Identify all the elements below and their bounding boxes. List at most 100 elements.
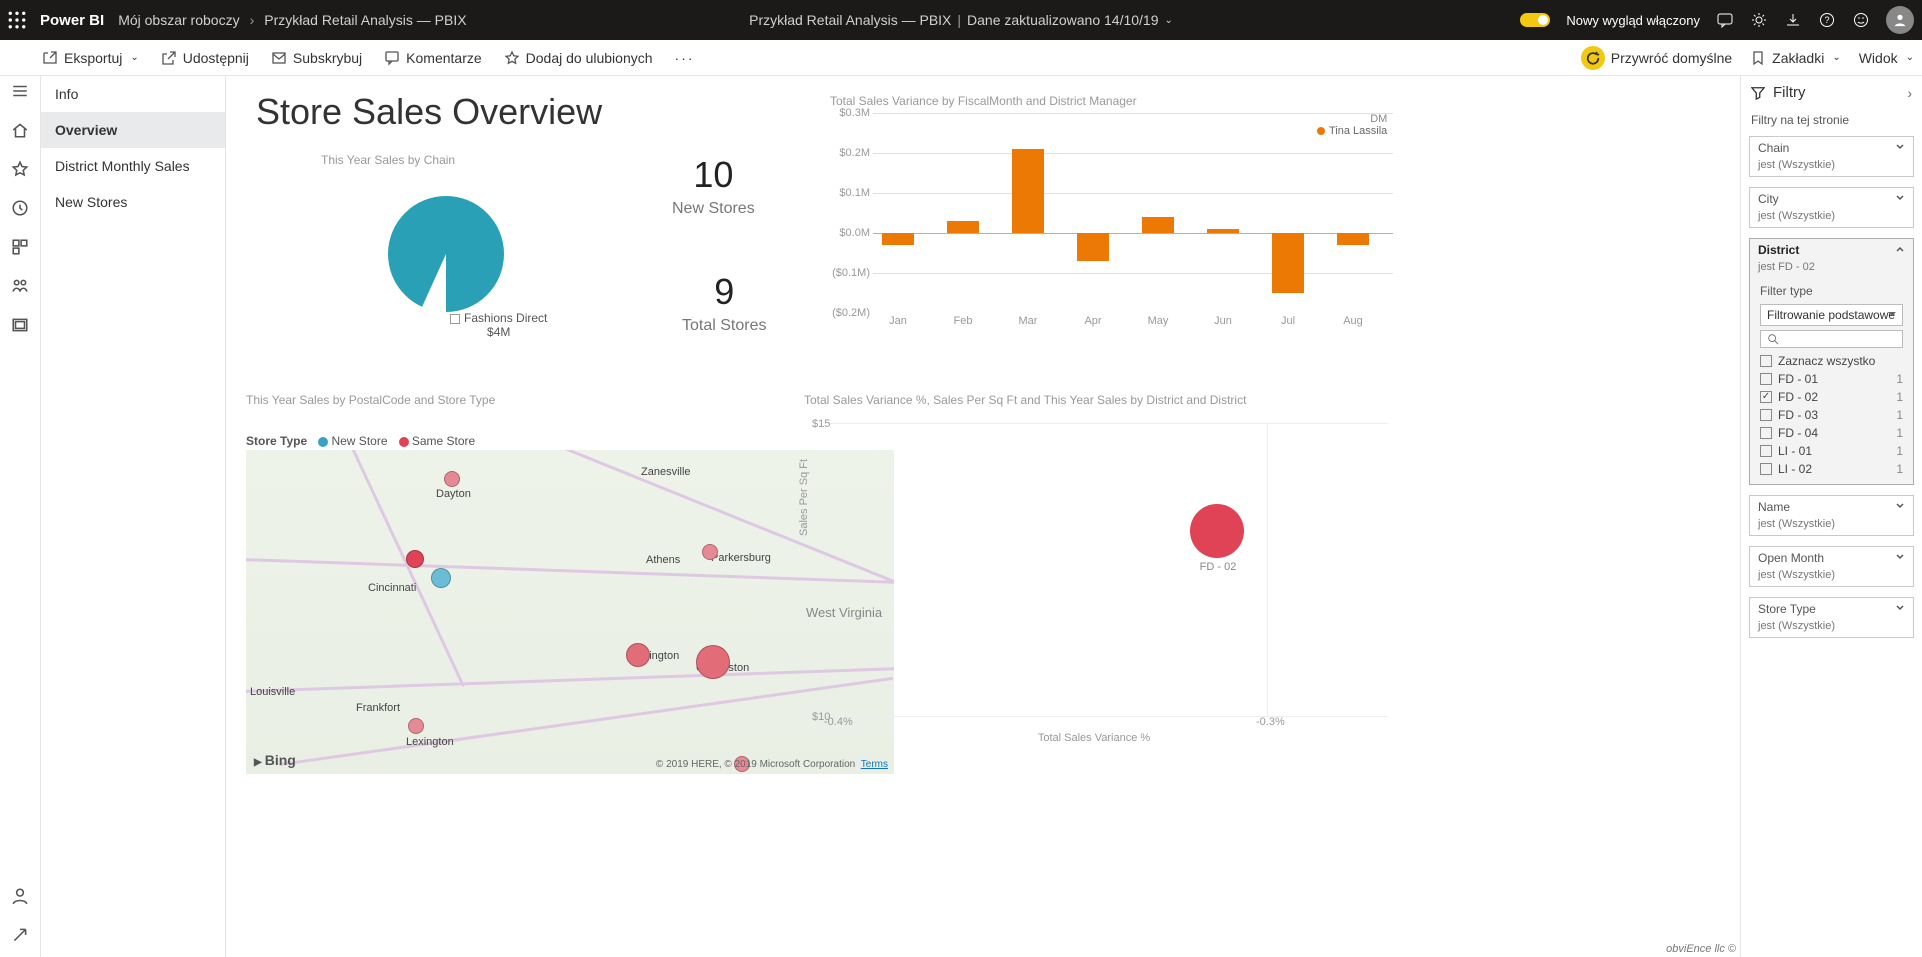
page-title: Store Sales Overview [256,91,602,133]
workspaces-icon[interactable] [11,316,29,337]
page-nav: Info Overview District Monthly Sales New… [41,76,226,957]
breadcrumb: Mój obszar roboczy › Przykład Retail Ana… [118,12,466,28]
bar-Feb[interactable] [947,221,979,233]
scatter-point[interactable] [1190,504,1244,558]
chat-icon[interactable] [1716,11,1734,29]
filter-item[interactable]: FD - 031 [1760,406,1903,424]
kpi-new-stores[interactable]: 10 New Stores [672,154,755,218]
filter-select-all[interactable]: Zaznacz wszystko [1760,352,1903,370]
report-toolbar: Eksportuj⌄ Udostępnij Subskrybuj Komenta… [0,40,1922,76]
filters-title: Filtry [1773,84,1806,101]
subscribe-button[interactable]: Subskrybuj [271,50,362,66]
report-canvas: Store Sales Overview This Year Sales by … [226,76,1740,957]
scatter-title: Total Sales Variance %, Sales Per Sq Ft … [804,393,1246,407]
home-icon[interactable] [11,121,29,142]
filter-card-name[interactable]: Name jest (Wszystkie) [1749,495,1914,536]
donut-chart[interactable] [366,184,526,327]
xlab-Mar: Mar [1002,315,1054,327]
share-button[interactable]: Udostępnij [161,50,249,66]
bar-Jan[interactable] [882,233,914,245]
center-title: Przykład Retail Analysis — PBIX | Dane z… [749,12,1173,28]
view-button[interactable]: Widok⌄ [1859,50,1914,66]
map-legend: Store Type New Store Same Store [246,434,475,448]
terms-link[interactable]: Terms [861,759,888,770]
gear-icon[interactable] [1750,11,1768,29]
xlab-Jul: Jul [1262,315,1314,327]
page-newstores[interactable]: New Stores [41,184,225,220]
collapse-filters-icon[interactable]: › [1907,85,1912,101]
donut-legend: Fashions Direct $4M [450,311,547,339]
filter-item[interactable]: FD - 021 [1760,388,1903,406]
svg-text:?: ? [1824,15,1829,25]
export-button[interactable]: Eksportuj⌄ [42,50,139,66]
nav-rail [0,76,41,957]
filter-card-district[interactable]: District jest FD - 02 Filter type Filtro… [1749,238,1914,485]
bookmarks-button[interactable]: Zakładki⌄ [1750,50,1841,66]
new-look-toggle[interactable] [1520,13,1550,27]
filter-pane: Filtry › Filtry na tej stronie Chain jes… [1740,76,1922,957]
bar-Jul[interactable] [1272,233,1304,293]
filter-item[interactable]: FD - 011 [1760,370,1903,388]
global-header: Power BI Mój obszar roboczy › Przykład R… [0,0,1922,40]
xlab-Jan: Jan [872,315,924,327]
bing-logo: Bing [254,752,296,768]
recent-icon[interactable] [11,199,29,220]
kpi-total-stores[interactable]: 9 Total Stores [682,271,766,335]
bar-chart[interactable]: $0.3M $0.2M $0.1M $0.0M ($0.1M) ($0.2M) … [826,113,1398,329]
donut-title: This Year Sales by Chain [321,153,455,167]
page-overview[interactable]: Overview [41,112,225,148]
scatter-xlabel: Total Sales Variance % [1038,732,1150,744]
bar-chart-title: Total Sales Variance by FiscalMonth and … [830,94,1137,108]
more-icon[interactable]: ··· [675,50,695,66]
filters-subtitle: Filtry na tej stronie [1741,109,1922,131]
filter-type-select[interactable]: Filtrowanie podstawowe [1760,304,1903,326]
star-icon[interactable] [11,160,29,181]
filter-card-storetype[interactable]: Store Type jest (Wszystkie) [1749,597,1914,638]
filter-item[interactable]: LI - 011 [1760,442,1903,460]
xlab-Apr: Apr [1067,315,1119,327]
favorite-button[interactable]: Dodaj do ulubionych [504,50,653,66]
center-title-text: Przykład Retail Analysis — PBIX [749,12,951,28]
comments-button[interactable]: Komentarze [384,50,481,66]
xlab-Feb: Feb [937,315,989,327]
filter-card-openmonth[interactable]: Open Month jest (Wszystkie) [1749,546,1914,587]
crumb-sep: › [250,12,255,28]
page-info[interactable]: Info [41,76,225,112]
new-look-label: Nowy wygląd włączony [1566,13,1700,28]
menu-icon[interactable] [11,82,29,103]
smiley-icon[interactable] [1852,11,1870,29]
avatar-small-icon[interactable] [11,887,29,908]
page-district[interactable]: District Monthly Sales [41,148,225,184]
filter-values-list: Zaznacz wszystko FD - 011FD - 021FD - 03… [1760,352,1903,478]
filter-card-city[interactable]: City jest (Wszystkie) [1749,187,1914,228]
download-icon[interactable] [1784,11,1802,29]
expand-icon[interactable] [11,926,29,947]
bar-Apr[interactable] [1077,233,1109,261]
filter-search[interactable] [1760,330,1903,348]
avatar[interactable] [1886,6,1914,34]
xlab-Jun: Jun [1197,315,1249,327]
bar-Aug[interactable] [1337,233,1369,245]
shared-icon[interactable] [11,277,29,298]
reset-button[interactable]: Przywróć domyślne [1581,46,1732,70]
apps-icon[interactable] [11,238,29,259]
bar-Jun[interactable] [1207,229,1239,233]
xlab-Aug: Aug [1327,315,1379,327]
scatter-chart[interactable]: Sales Per Sq Ft $15 $10 -0.4% -0.3% Tota… [796,411,1392,744]
xlab-May: May [1132,315,1184,327]
map-title: This Year Sales by PostalCode and Store … [246,393,495,407]
chevron-down-icon[interactable]: ⌄ [1165,15,1173,26]
app-launcher-icon[interactable] [8,11,26,29]
center-meta: Dane zaktualizowano 14/10/19 [967,12,1158,28]
crumb-report[interactable]: Przykład Retail Analysis — PBIX [264,12,466,28]
help-icon[interactable]: ? [1818,11,1836,29]
filter-card-chain[interactable]: Chain jest (Wszystkie) [1749,136,1914,177]
crumb-workspace[interactable]: Mój obszar roboczy [118,12,239,28]
filter-item[interactable]: FD - 041 [1760,424,1903,442]
filter-item[interactable]: LI - 021 [1760,460,1903,478]
bar-Mar[interactable] [1012,149,1044,233]
brand-label[interactable]: Power BI [40,12,104,29]
bar-May[interactable] [1142,217,1174,233]
filter-icon [1751,86,1765,100]
credit-label: obviEnce llc © [1666,943,1736,955]
